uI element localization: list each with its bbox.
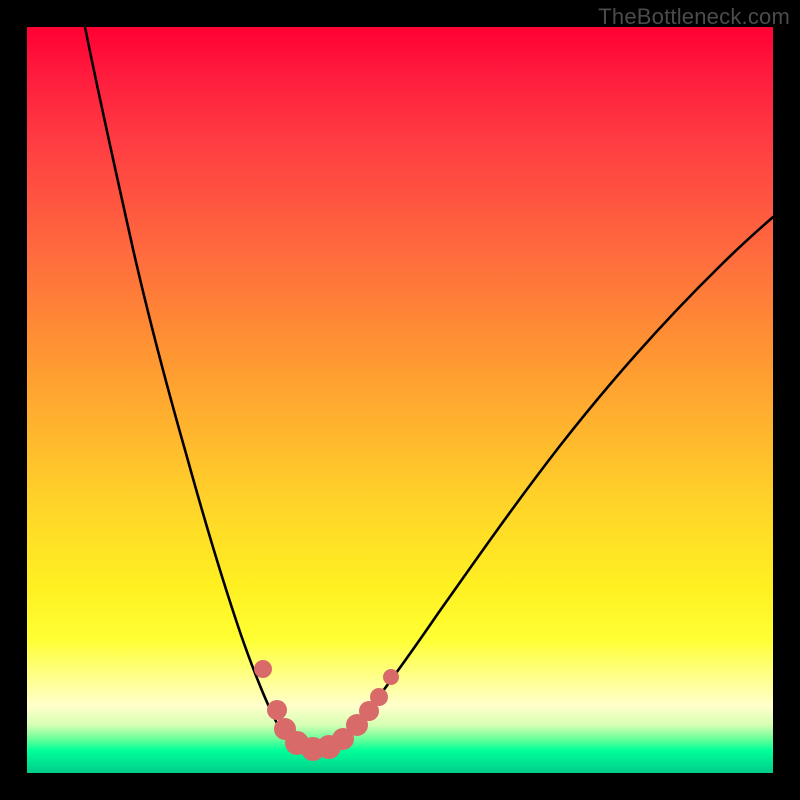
highlight-dots-group xyxy=(254,660,399,761)
chart-frame xyxy=(27,27,773,773)
highlight-dot xyxy=(267,700,287,720)
chart-svg xyxy=(27,27,773,773)
bottleneck-curve-path xyxy=(85,27,773,752)
highlight-dot xyxy=(370,688,388,706)
highlight-dot xyxy=(383,669,399,685)
watermark-text: TheBottleneck.com xyxy=(598,4,790,30)
highlight-dot xyxy=(254,660,272,678)
